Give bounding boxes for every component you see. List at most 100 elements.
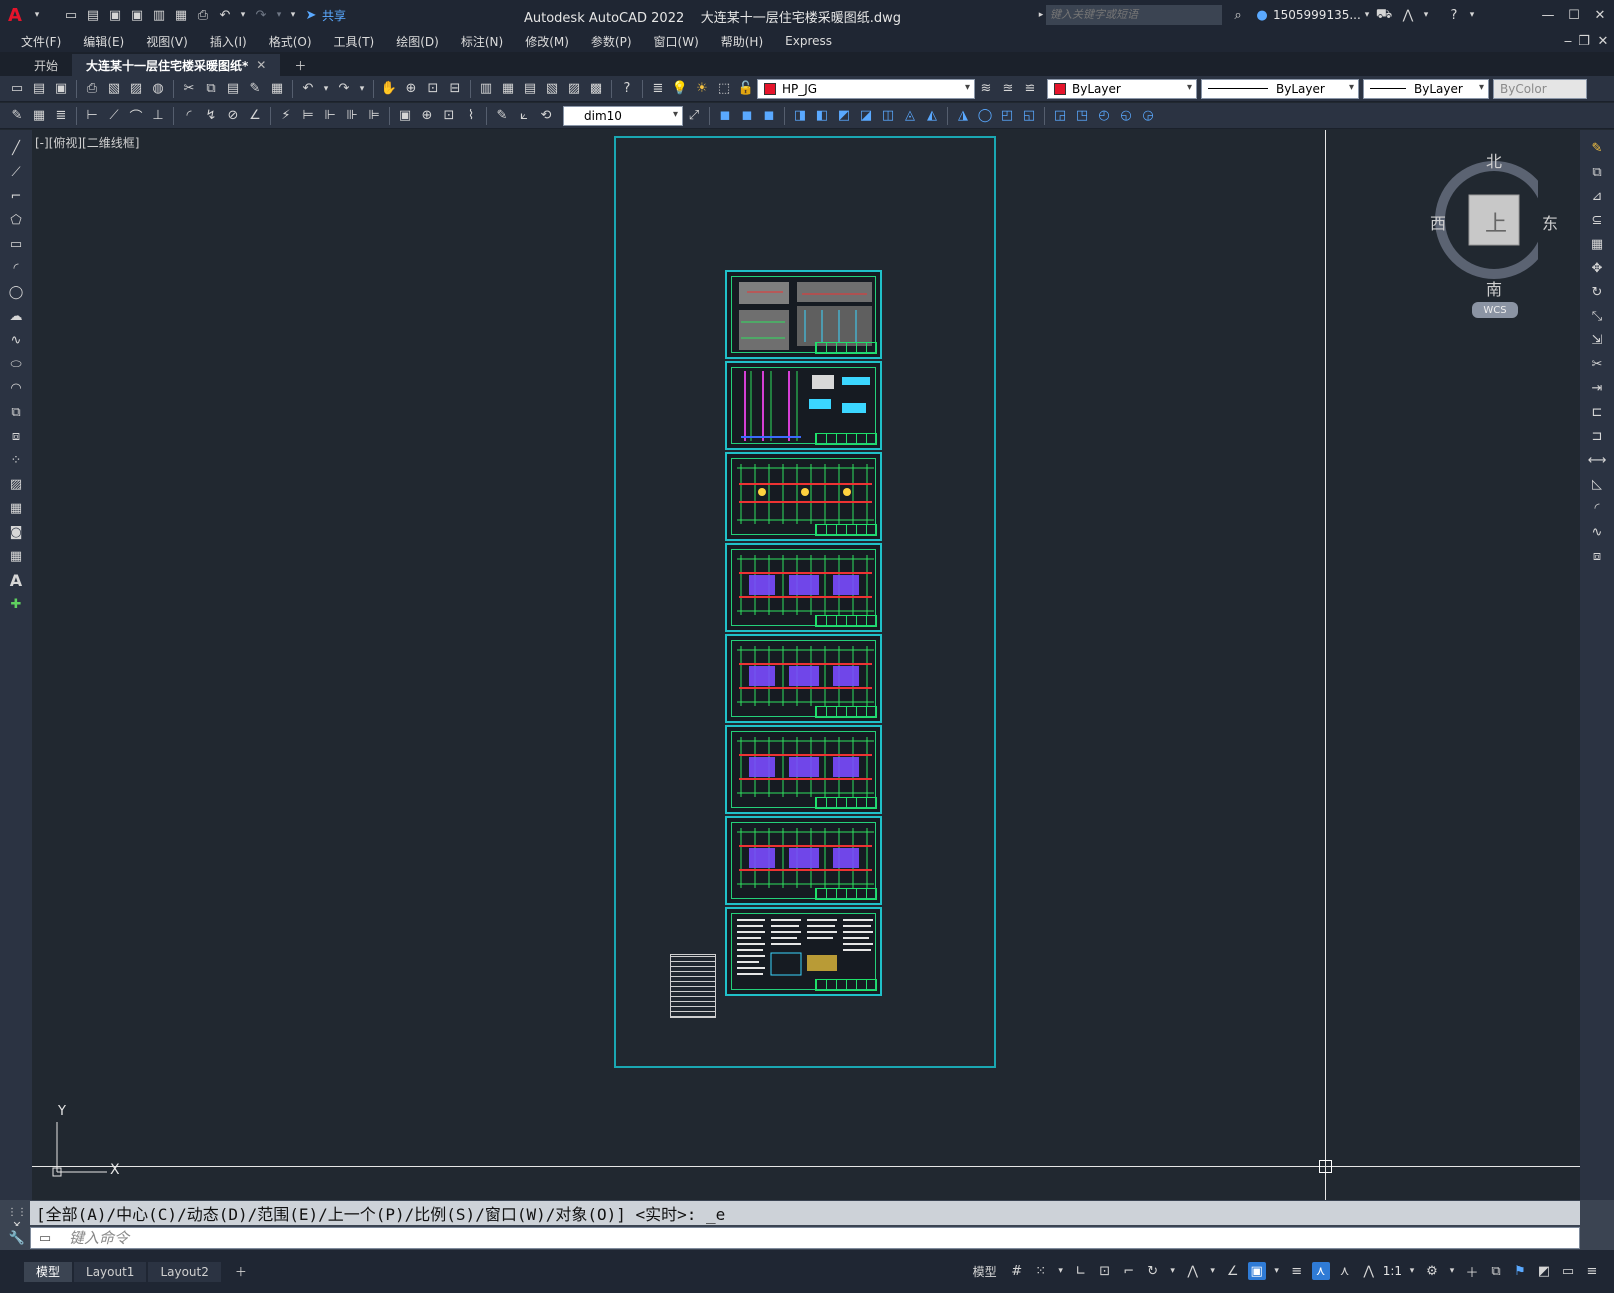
trim-icon[interactable]: ✂	[1588, 354, 1606, 374]
baseline-icon[interactable]: ⊨	[299, 107, 317, 125]
linetype-dropdown[interactable]: ByLayer ▾	[1201, 78, 1359, 99]
color-dropdown[interactable]: ByLayer ▾	[1047, 78, 1197, 99]
autodesk-a360-icon[interactable]: ⋀	[1399, 6, 1417, 24]
layer-walk-icon[interactable]: ≣	[52, 107, 70, 125]
units-icon[interactable]: ⧉	[1487, 1262, 1505, 1280]
drawing-canvas[interactable]: [-][俯视][二维线框] Y X	[32, 130, 1580, 1200]
pan-icon[interactable]: ✋	[380, 80, 398, 98]
ellipse-icon[interactable]: ⬭	[7, 354, 25, 374]
chevron-down-icon[interactable]: ▾	[1208, 1262, 1218, 1280]
tab-start[interactable]: 开始	[20, 54, 72, 76]
layer-match-icon[interactable]: ▦	[30, 107, 48, 125]
polygon-icon[interactable]: ⬠	[7, 210, 25, 230]
chevron-down-icon[interactable]: ▾	[1168, 1262, 1178, 1280]
snap-icon[interactable]: ⁙	[1032, 1262, 1050, 1280]
quick-dimension-icon[interactable]: ⚡	[277, 107, 295, 125]
chevron-down-icon[interactable]: ▾	[28, 6, 46, 24]
zoom-window-icon[interactable]: ⊡	[424, 80, 442, 98]
make-current-layer-icon[interactable]: ≋	[977, 80, 995, 98]
view-iso-nw-icon[interactable]: ◭	[923, 107, 941, 125]
ucs-previous-icon[interactable]: ◯	[976, 107, 994, 125]
tab-drawing[interactable]: 大连某十一层住宅楼采暖图纸* ✕	[72, 54, 281, 76]
cut-icon[interactable]: ✂	[180, 80, 198, 98]
break-at-point-icon[interactable]: ⊏	[1588, 402, 1606, 422]
chevron-down-icon[interactable]: ▾	[1463, 6, 1481, 24]
object-snap-tracking-icon[interactable]: ∠	[1224, 1262, 1242, 1280]
dimension-style-icon[interactable]: ⤢	[685, 107, 703, 125]
redo-icon[interactable]: ↷	[252, 6, 270, 24]
dimension-update-icon[interactable]: ⟲	[537, 107, 555, 125]
customize-toolbar-icon[interactable]: ▾	[288, 6, 298, 24]
save-to-web-icon[interactable]: ▦	[172, 6, 190, 24]
customize-command-icon[interactable]: 🔧	[8, 1229, 26, 1247]
chevron-down-icon[interactable]: ▾	[1056, 1262, 1066, 1280]
ucs-origin-icon[interactable]: ◳	[1073, 107, 1091, 125]
qnew-icon[interactable]: ▭	[8, 80, 26, 98]
tool-palettes-icon[interactable]: ▤	[521, 80, 539, 98]
match-icon[interactable]: ✎	[8, 107, 26, 125]
doc-close-icon[interactable]: ✕	[1594, 32, 1612, 50]
3d-print-icon[interactable]: ◍	[149, 80, 167, 98]
open-folder-icon[interactable]: ▤	[84, 6, 102, 24]
erase-icon[interactable]: ✎	[1588, 138, 1606, 158]
menu-dimension[interactable]: 标注(N)	[450, 33, 514, 50]
undo-icon[interactable]: ↶	[299, 80, 317, 98]
jogged-linear-icon[interactable]: ⌇	[462, 107, 480, 125]
ellipse-arc-icon[interactable]: ◠	[7, 378, 25, 398]
inspect-icon[interactable]: ⊡	[440, 107, 458, 125]
viewcube-top-face[interactable]: 上	[1485, 206, 1507, 238]
design-center-icon[interactable]: ▦	[499, 80, 517, 98]
spline-icon[interactable]: ∿	[7, 330, 25, 350]
lock-icon[interactable]: 🔓	[737, 80, 755, 98]
quick-properties-icon[interactable]: ⚑	[1511, 1262, 1529, 1280]
make-block-icon[interactable]: ⧈	[7, 426, 25, 446]
isometric-icon[interactable]: ⋀	[1184, 1262, 1202, 1280]
plot-icon[interactable]: ⎙	[83, 80, 101, 98]
rectangle-icon[interactable]: ▭	[7, 234, 25, 254]
print-icon[interactable]: ⎙	[194, 6, 212, 24]
menu-view[interactable]: 视图(V)	[135, 33, 199, 50]
menu-insert[interactable]: 插入(I)	[199, 33, 258, 50]
dimstyle-dropdown[interactable]: dim10 ▾	[563, 105, 683, 126]
paste-icon[interactable]: ▤	[224, 80, 242, 98]
ortho-icon[interactable]: ⌐	[1120, 1262, 1138, 1280]
ucs-3point-icon[interactable]: ◵	[1117, 107, 1135, 125]
chamfer-icon[interactable]: ◺	[1588, 474, 1606, 494]
viewport-controls-label[interactable]: [-][俯视][二维线框]	[35, 134, 139, 151]
move-icon[interactable]: ✥	[1588, 258, 1606, 278]
array-icon[interactable]: ▦	[1588, 234, 1606, 254]
fillet-icon[interactable]: ◜	[1588, 498, 1606, 518]
markup-icon[interactable]: ▨	[565, 80, 583, 98]
annotation-scale-icon[interactable]: ⋀	[1360, 1262, 1378, 1280]
grid-icon[interactable]: #	[1008, 1262, 1026, 1280]
rotate-icon[interactable]: ↻	[1588, 282, 1606, 302]
dimension-edit-icon[interactable]: ✎	[493, 107, 511, 125]
continue-icon[interactable]: ⊩	[321, 107, 339, 125]
menu-draw[interactable]: 绘图(D)	[385, 33, 450, 50]
model-space-button[interactable]: 模型	[973, 1263, 997, 1280]
view-left-icon[interactable]: ◼	[760, 107, 778, 125]
menu-format[interactable]: 格式(O)	[258, 33, 323, 50]
save-icon[interactable]: ▣	[52, 80, 70, 98]
layer-previous-icon[interactable]: ≊	[999, 80, 1017, 98]
autocad-logo-icon[interactable]: A	[6, 5, 24, 26]
blend-curves-icon[interactable]: ∿	[1588, 522, 1606, 542]
arc-icon[interactable]: ◜	[7, 258, 25, 278]
ucs-zaxis-icon[interactable]: ◴	[1095, 107, 1113, 125]
save-icon[interactable]: ▣	[106, 6, 124, 24]
stretch-icon[interactable]: ⇲	[1588, 330, 1606, 350]
isolate-objects-icon[interactable]: ◩	[1535, 1262, 1553, 1280]
open-icon[interactable]: ▤	[30, 80, 48, 98]
compass-east[interactable]: 东	[1542, 210, 1558, 234]
ucs-object-icon[interactable]: ◱	[1020, 107, 1038, 125]
space-icon[interactable]: ⊪	[343, 107, 361, 125]
mirror-icon[interactable]: ⊿	[1588, 186, 1606, 206]
dynamic-input-icon[interactable]: ⊡	[1096, 1262, 1114, 1280]
view-top-icon[interactable]: ◼	[716, 107, 734, 125]
chevron-down-icon[interactable]: ▾	[1447, 1262, 1457, 1280]
annotation-monitor-icon[interactable]: ＋	[1463, 1262, 1481, 1281]
diameter-icon[interactable]: ⊘	[224, 107, 242, 125]
polyline-icon[interactable]: ⌐	[7, 186, 25, 206]
chevron-down-icon[interactable]: ▾	[1417, 6, 1435, 24]
viewport-freeze-icon[interactable]: ⬚	[715, 80, 733, 98]
